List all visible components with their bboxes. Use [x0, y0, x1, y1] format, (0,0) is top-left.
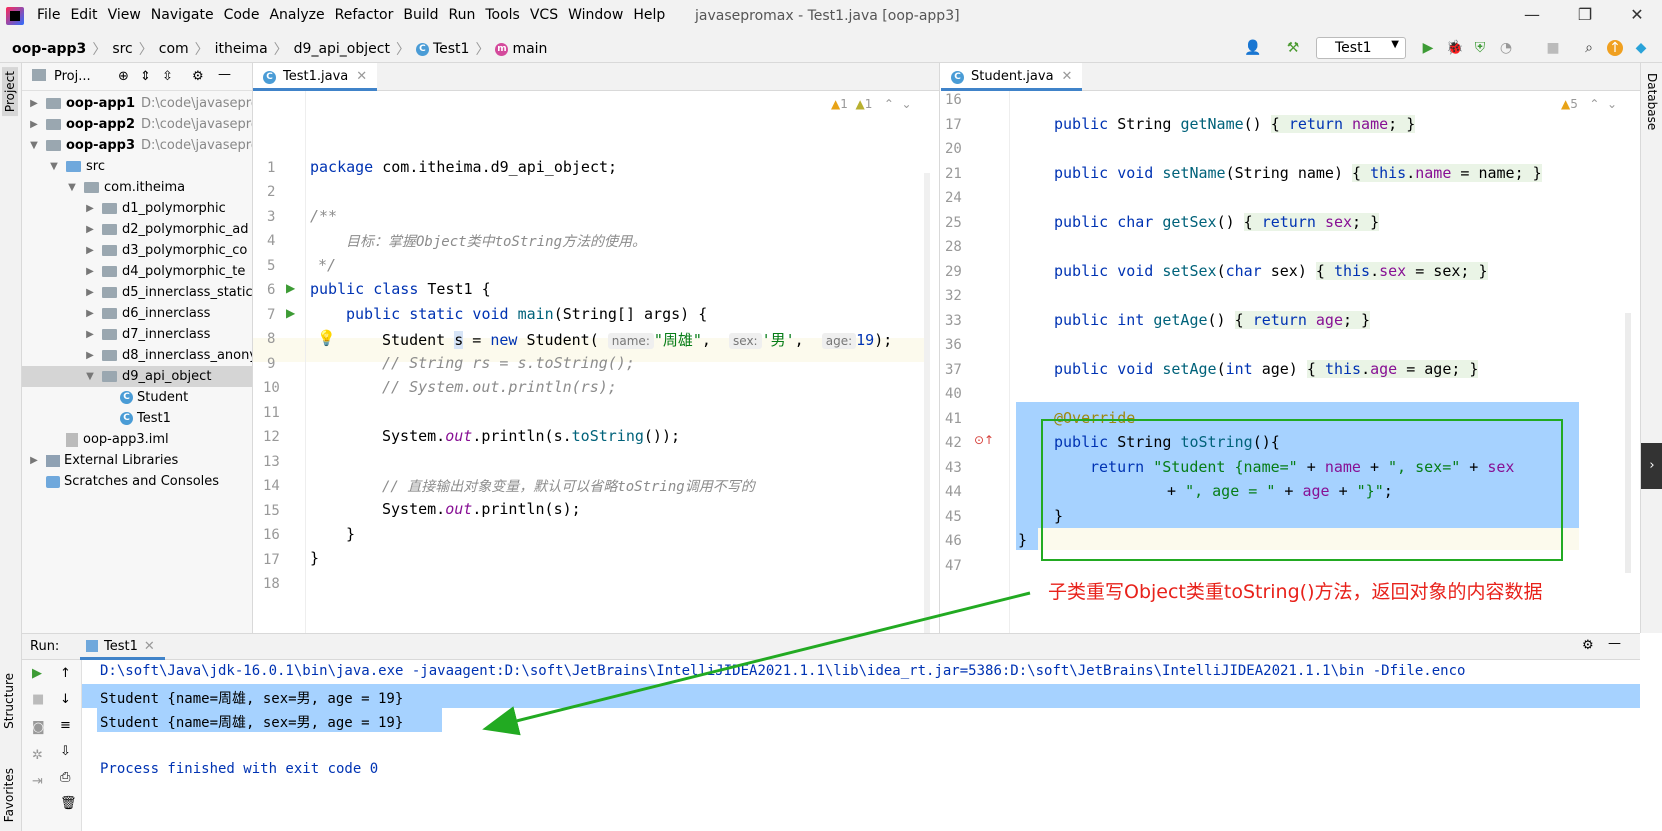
annotation-arrow	[482, 591, 1031, 736]
